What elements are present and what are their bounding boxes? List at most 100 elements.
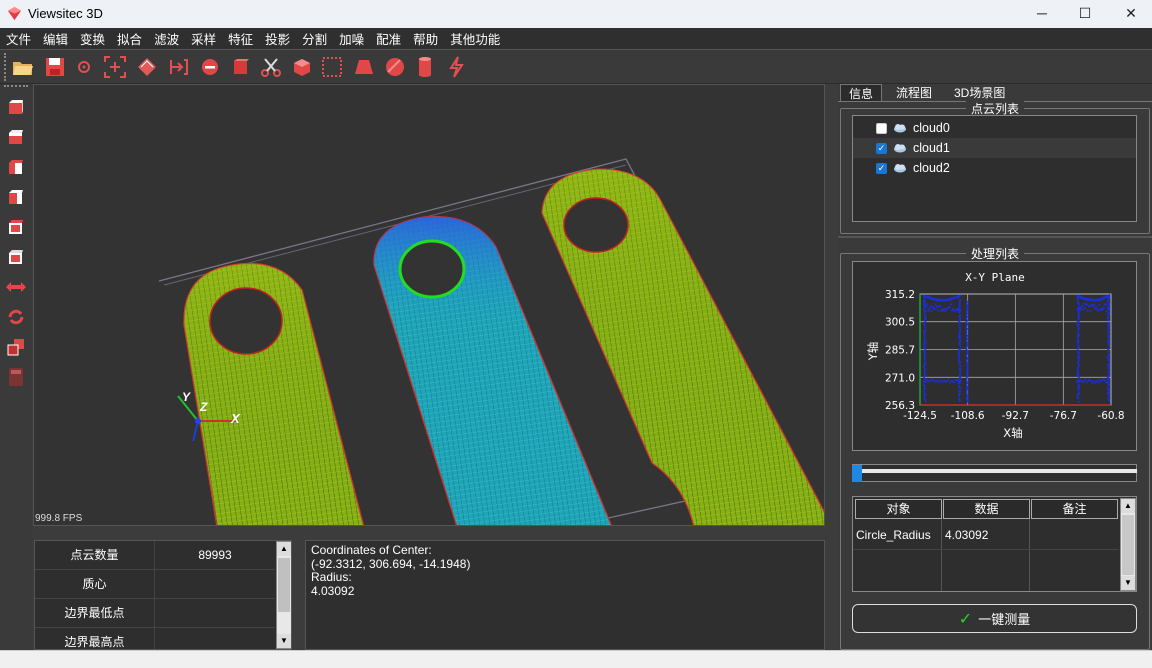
view-front-icon[interactable] bbox=[5, 96, 27, 118]
open-folder-icon[interactable] bbox=[11, 55, 35, 79]
view-back-icon[interactable] bbox=[5, 126, 27, 148]
cloud1-checkbox[interactable]: ✓ bbox=[876, 142, 887, 154]
scale-icon[interactable] bbox=[5, 336, 27, 358]
view-bottom-icon[interactable] bbox=[5, 246, 27, 268]
menu-segment[interactable]: 分割 bbox=[302, 29, 327, 48]
scatter-point bbox=[965, 336, 968, 339]
fit-plane-icon[interactable] bbox=[135, 55, 159, 79]
slider-track[interactable] bbox=[862, 469, 1137, 473]
scissors-icon[interactable] bbox=[259, 55, 283, 79]
scroll-down-arrow-icon[interactable]: ▼ bbox=[277, 634, 291, 648]
3d-viewport[interactable]: X Y Z bbox=[33, 84, 825, 526]
menu-transform[interactable]: 变换 bbox=[80, 29, 105, 48]
menu-other[interactable]: 其他功能 bbox=[450, 29, 500, 48]
table-row[interactable]: 点云数量 89993 bbox=[35, 541, 275, 570]
table-row[interactable]: 边界最低点 bbox=[35, 599, 275, 628]
scatter-point bbox=[966, 351, 969, 354]
toolbar-grip[interactable] bbox=[4, 53, 6, 81]
select-point-icon[interactable] bbox=[103, 55, 127, 79]
scrollbar-thumb[interactable] bbox=[1122, 515, 1134, 575]
table-row[interactable]: 质心 bbox=[35, 570, 275, 599]
scatter-point bbox=[966, 322, 969, 325]
table-row[interactable]: 边界最高点 bbox=[35, 628, 275, 649]
point-cloud-render[interactable]: X Y Z bbox=[34, 85, 825, 526]
translate-arrows-icon[interactable] bbox=[5, 276, 27, 298]
calculator-icon[interactable] bbox=[5, 366, 27, 388]
scatter-point bbox=[923, 371, 926, 374]
menu-feature[interactable]: 特征 bbox=[228, 29, 253, 48]
box-icon[interactable] bbox=[290, 55, 314, 79]
view-top-icon[interactable] bbox=[5, 216, 27, 238]
scroll-down-arrow-icon[interactable]: ▼ bbox=[1121, 576, 1135, 590]
column-header-data[interactable]: 数据 bbox=[943, 499, 1030, 519]
tab-flowchart[interactable]: 流程图 bbox=[888, 84, 940, 102]
close-button[interactable]: ✕ bbox=[1119, 4, 1143, 24]
menu-registration[interactable]: 配准 bbox=[376, 29, 401, 48]
scatter-point bbox=[966, 311, 968, 313]
tab-info[interactable]: 信息 bbox=[840, 84, 883, 102]
scatter-point bbox=[1097, 309, 1100, 312]
cylinder-icon[interactable] bbox=[413, 55, 437, 79]
column-header-note[interactable]: 备注 bbox=[1031, 499, 1118, 519]
maximize-button[interactable]: ☐ bbox=[1073, 4, 1097, 24]
minimize-button[interactable]: ─ bbox=[1030, 4, 1054, 24]
cloud0-checkbox[interactable] bbox=[876, 122, 887, 134]
box-select-icon[interactable] bbox=[320, 55, 344, 79]
menu-sample[interactable]: 采样 bbox=[191, 29, 216, 48]
y-tick-label: 256.3 bbox=[885, 400, 915, 412]
scatter-point bbox=[1088, 305, 1091, 308]
frustum-icon[interactable] bbox=[352, 55, 376, 79]
measure-icon[interactable] bbox=[167, 55, 191, 79]
scatter-point bbox=[965, 317, 968, 320]
column-header-object[interactable]: 对象 bbox=[855, 499, 942, 519]
menu-noise[interactable]: 加噪 bbox=[339, 29, 364, 48]
list-item[interactable]: ✓ cloud1 bbox=[853, 138, 1136, 158]
menu-file[interactable]: 文件 bbox=[6, 29, 31, 48]
save-icon[interactable] bbox=[43, 55, 67, 79]
menu-projection[interactable]: 投影 bbox=[265, 29, 290, 48]
view-right-icon[interactable] bbox=[5, 186, 27, 208]
menu-fit[interactable]: 拟合 bbox=[117, 29, 142, 48]
scatter-point bbox=[1077, 340, 1079, 343]
menu-filter[interactable]: 滤波 bbox=[154, 29, 179, 48]
scatter-point bbox=[924, 388, 926, 390]
sphere-icon[interactable] bbox=[383, 55, 407, 79]
scatter-point bbox=[959, 314, 962, 317]
point-icon[interactable] bbox=[72, 55, 96, 79]
table-row[interactable]: Circle_Radius 4.03092 bbox=[853, 521, 1119, 548]
cell-object: Circle_Radius bbox=[856, 528, 931, 542]
scatter-point bbox=[1077, 400, 1080, 403]
cloud-label: cloud2 bbox=[913, 161, 950, 175]
list-item[interactable]: ✓ cloud2 bbox=[853, 158, 1136, 178]
scatter-point bbox=[1092, 379, 1095, 382]
scatter-point bbox=[923, 323, 926, 326]
scatter-point bbox=[1108, 391, 1111, 394]
axis-x-label: X bbox=[230, 411, 241, 426]
scatter-point bbox=[1103, 378, 1106, 381]
left-toolbar bbox=[0, 84, 32, 650]
properties-scrollbar[interactable]: ▲ ▼ bbox=[276, 541, 291, 649]
circle-minus-icon[interactable] bbox=[198, 55, 222, 79]
scrollbar-thumb[interactable] bbox=[278, 558, 290, 612]
measure-button-label: 一键测量 bbox=[978, 612, 1031, 627]
scatter-point bbox=[966, 304, 969, 307]
view-left-icon[interactable] bbox=[5, 156, 27, 178]
menu-edit[interactable]: 编辑 bbox=[43, 29, 68, 48]
progress-slider[interactable] bbox=[852, 463, 1137, 483]
scatter-point bbox=[966, 327, 968, 330]
rotate-icon[interactable] bbox=[5, 306, 27, 328]
cloud2-checkbox[interactable]: ✓ bbox=[876, 162, 887, 174]
scroll-up-arrow-icon[interactable]: ▲ bbox=[277, 542, 291, 556]
scroll-up-arrow-icon[interactable]: ▲ bbox=[1121, 499, 1135, 513]
cube-red-icon[interactable] bbox=[228, 55, 252, 79]
slider-handle[interactable] bbox=[852, 465, 862, 482]
scatter-point bbox=[1108, 378, 1111, 381]
scatter-point bbox=[1077, 357, 1080, 360]
list-item[interactable]: cloud0 bbox=[853, 118, 1136, 138]
scatter-point bbox=[924, 349, 926, 352]
one-click-measure-button[interactable]: ✓ 一键测量 bbox=[852, 604, 1137, 633]
lightning-icon[interactable] bbox=[444, 55, 468, 79]
menu-help[interactable]: 帮助 bbox=[413, 29, 438, 48]
left-toolbar-grip[interactable] bbox=[4, 85, 28, 87]
table-scrollbar[interactable]: ▲ ▼ bbox=[1120, 498, 1136, 591]
